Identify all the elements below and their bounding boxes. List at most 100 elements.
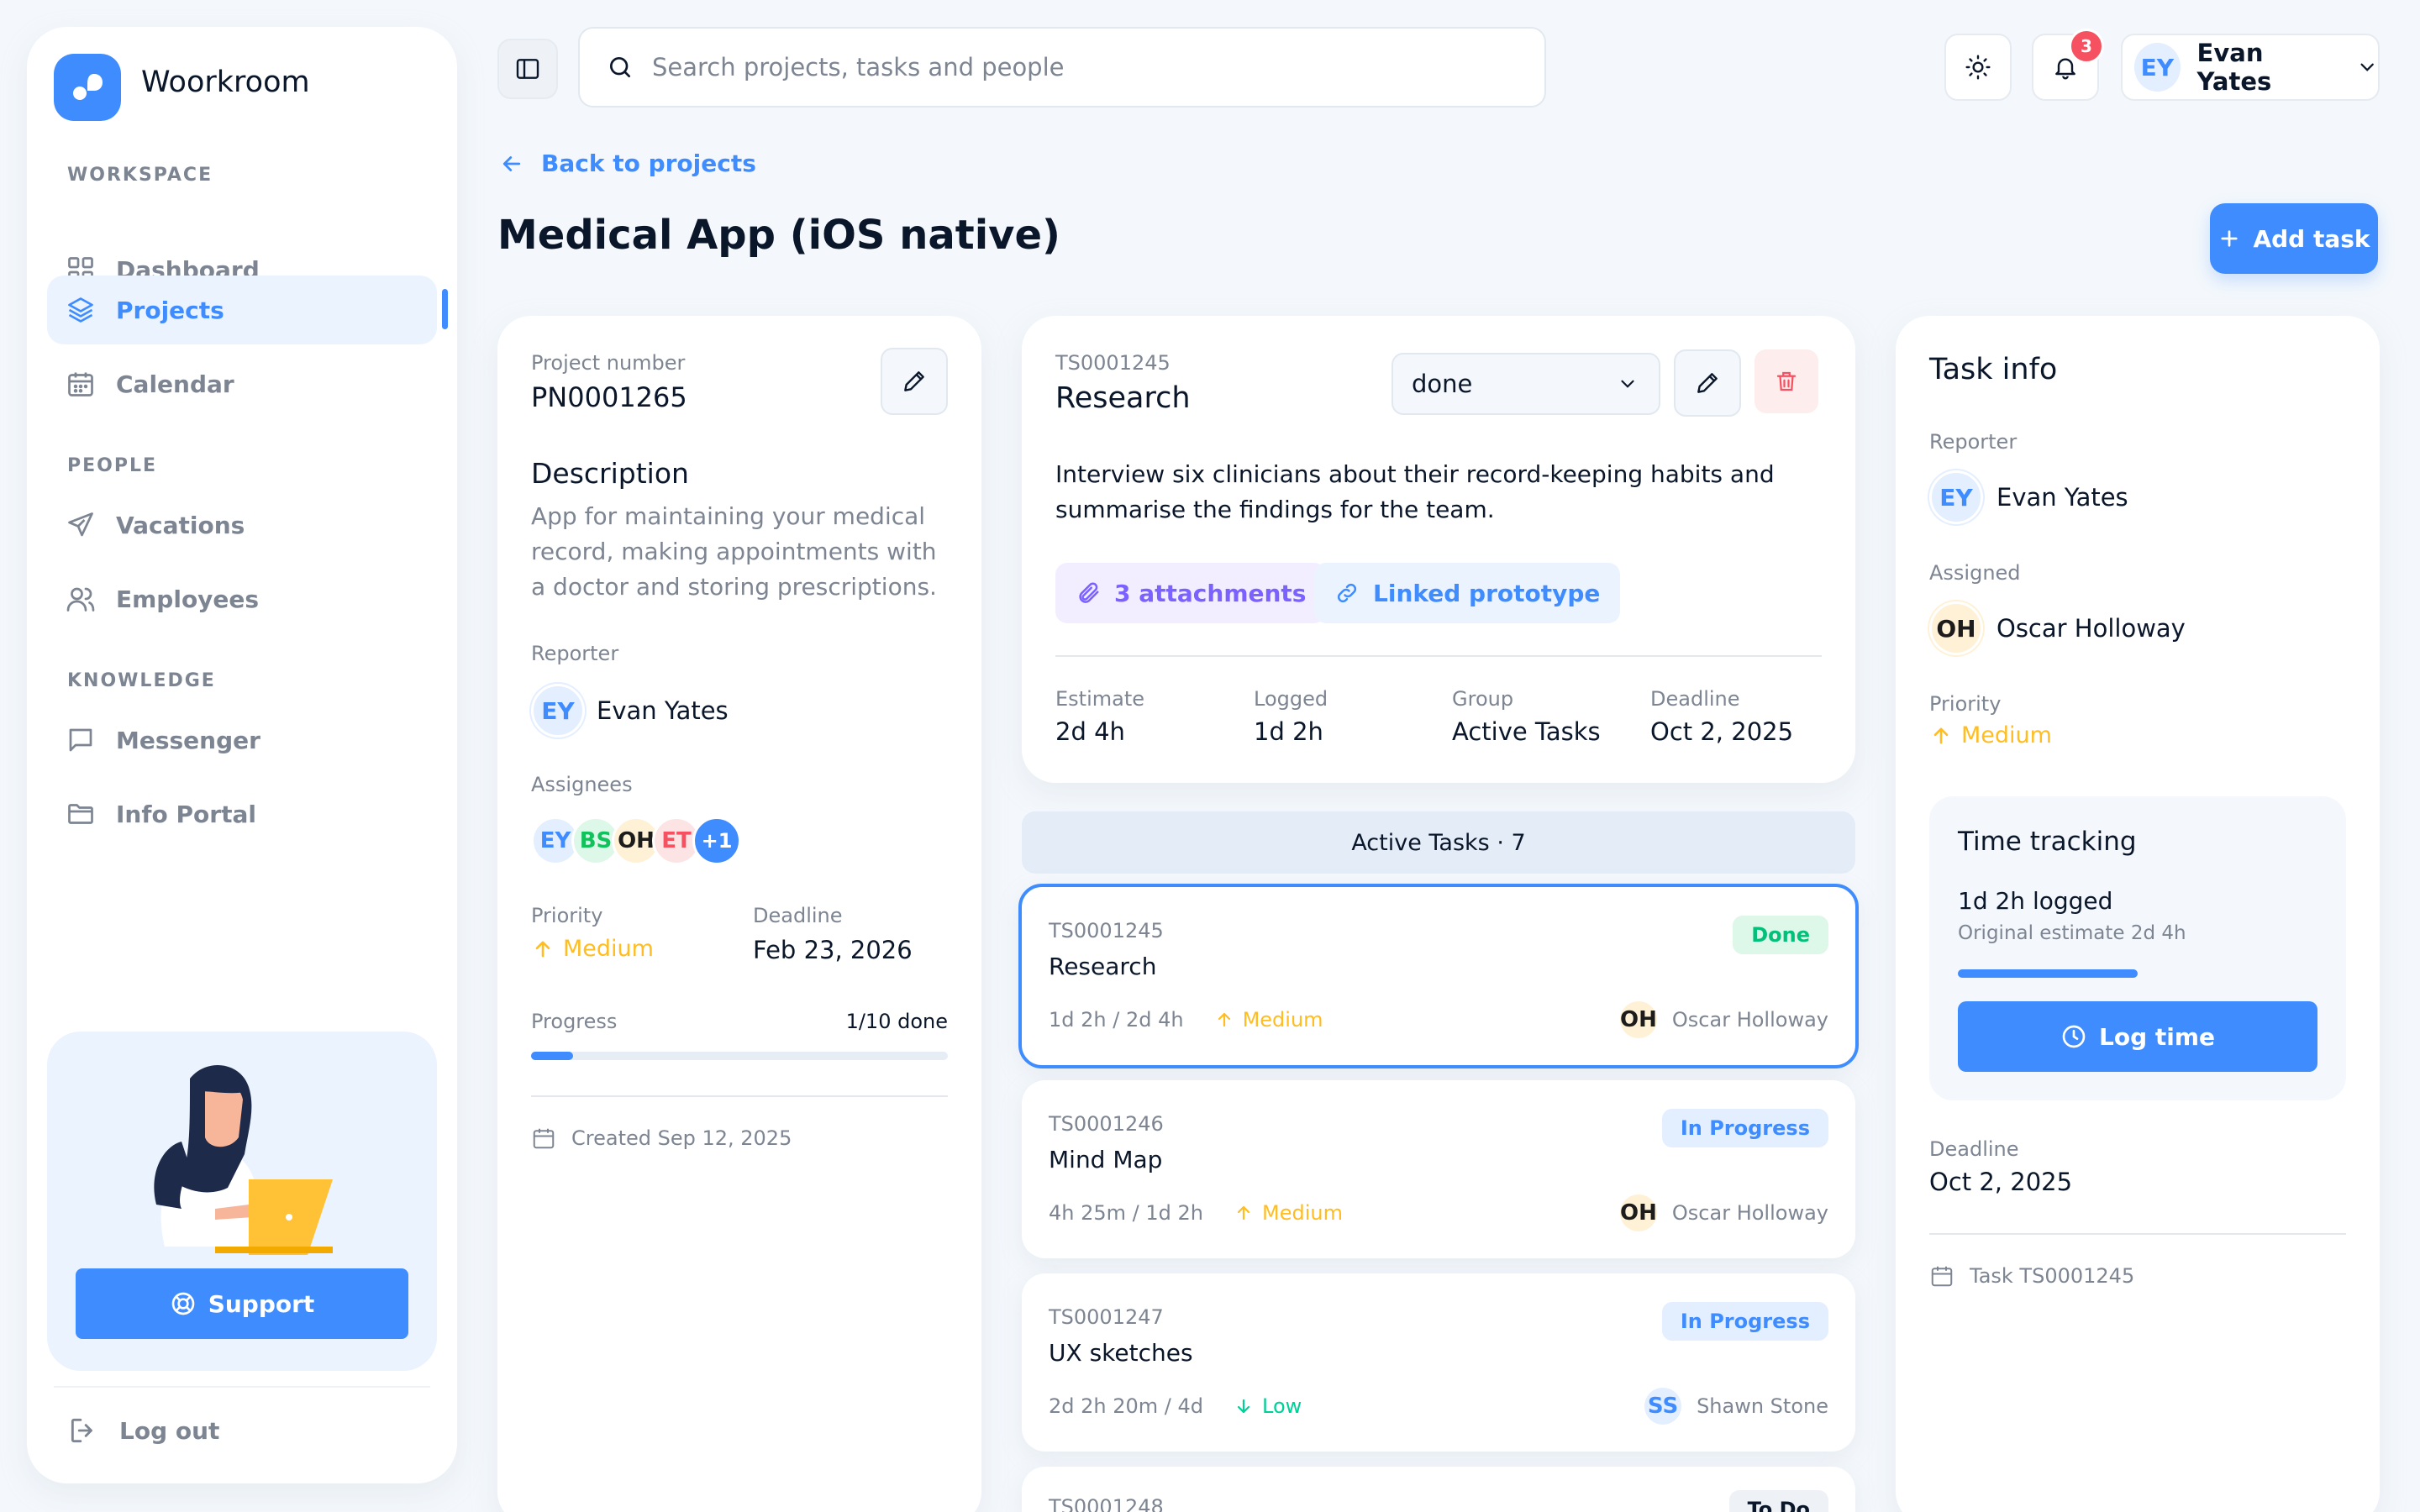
sidebar-item-info-portal[interactable]: Info Portal — [47, 780, 437, 848]
avatar: SS — [1644, 1388, 1682, 1425]
task-card[interactable]: TS0001246 Mind Map In Progress 4h 25m / … — [1022, 1080, 1855, 1258]
add-task-label: Add task — [2253, 224, 2370, 253]
project-number: PN0001265 — [531, 381, 687, 413]
task-card-assignee: SS Shawn Stone — [1644, 1388, 1828, 1425]
task-card-priority: Medium — [1234, 1201, 1343, 1225]
task-card-meta: 2d 2h 20m / 4d Low — [1049, 1394, 1302, 1418]
paperclip-icon — [1079, 582, 1099, 603]
theme-toggle-button[interactable] — [1944, 34, 2012, 101]
logout-button[interactable]: Log out — [67, 1415, 219, 1446]
search-bar[interactable] — [578, 27, 1546, 108]
sidebar-item-vacations[interactable]: Vacations — [47, 491, 437, 559]
task-reference-text: Task TS0001245 — [1970, 1264, 2135, 1288]
task-card-time: 4h 25m / 1d 2h — [1049, 1201, 1203, 1225]
logo-icon — [73, 74, 103, 100]
notification-badge: 3 — [2069, 29, 2104, 64]
progress-text: 1/10 done — [845, 1010, 948, 1033]
priority-text: Medium — [1261, 1201, 1343, 1225]
task-name: Research — [1055, 381, 1191, 415]
priority-label: Priority — [1929, 692, 2002, 716]
task-card[interactable]: TS0001247 UX sketches In Progress 2d 2h … — [1022, 1273, 1855, 1452]
arrow-up-icon — [1933, 727, 1949, 743]
active-indicator — [442, 289, 448, 329]
divider — [1929, 1233, 2346, 1235]
created-date: Created Sep 12, 2025 — [531, 1126, 792, 1151]
support-button[interactable]: Support — [76, 1268, 408, 1339]
reporter-name: Evan Yates — [1996, 483, 2128, 512]
deadline-label: Deadline — [1650, 687, 1740, 711]
task-card-id: TS0001245 — [1049, 919, 1164, 942]
priority-label: Priority — [531, 904, 603, 927]
task-card-name: Research — [1049, 953, 1157, 980]
progress-label: Progress — [531, 1010, 618, 1033]
divider — [531, 1095, 948, 1097]
sidebar-panel-icon — [516, 59, 539, 79]
sidebar-item-label: Vacations — [116, 511, 245, 539]
assigned: OH Oscar Holloway — [1929, 601, 2186, 655]
group-value: Active Tasks — [1452, 717, 1601, 746]
arrow-up-icon — [535, 941, 550, 957]
search-input[interactable] — [652, 53, 1492, 81]
pencil-icon — [1697, 373, 1718, 393]
divider — [1055, 655, 1822, 657]
back-to-projects-link[interactable]: Back to projects — [499, 150, 756, 177]
sidebar-item-employees[interactable]: Employees — [47, 564, 437, 633]
task-card[interactable]: TS0001245 Research Done 1d 2h / 2d 4h Me… — [1018, 884, 1859, 1068]
plane-icon — [68, 512, 93, 537]
assigned-label: Assigned — [1929, 561, 2021, 585]
project-details-card: Project number PN0001265 Description App… — [497, 316, 981, 1512]
plus-icon — [2221, 230, 2238, 247]
assignees-group[interactable]: EY BS OH ET +1 — [531, 816, 741, 865]
log-time-button[interactable]: Log time — [1958, 1001, 2317, 1072]
sidebar-item-messenger[interactable]: Messenger — [47, 706, 437, 774]
add-task-button[interactable]: Add task — [2210, 203, 2378, 274]
sidebar-toggle-button[interactable] — [497, 39, 558, 99]
task-card-time: 2d 2h 20m / 4d — [1049, 1394, 1204, 1418]
priority-value: Medium — [1929, 722, 2052, 748]
folder-icon — [68, 804, 93, 824]
status-badge: To Do — [1728, 1490, 1828, 1512]
avatar: EY — [531, 684, 585, 738]
trash-icon — [1776, 371, 1797, 391]
chevron-down-icon — [1621, 380, 1634, 388]
task-card-id: TS0001248 — [1049, 1495, 1164, 1512]
priority-value: Medium — [531, 936, 654, 962]
user-name: Evan Yates — [2196, 39, 2272, 96]
time-tracking-title: Time tracking — [1958, 827, 2137, 857]
arrow-left-icon — [502, 155, 521, 171]
linked-prototype-chip[interactable]: Linked prototype — [1314, 563, 1621, 623]
support-label: Support — [208, 1289, 315, 1318]
description-title: Description — [531, 457, 689, 490]
sidebar-item-calendar[interactable]: Calendar — [47, 349, 437, 418]
task-group-header[interactable]: Active Tasks · 7 — [1022, 811, 1855, 874]
clock-icon — [2062, 1025, 2086, 1048]
original-estimate: Original estimate 2d 4h — [1958, 922, 2186, 944]
task-card-id: TS0001246 — [1049, 1112, 1164, 1136]
sidebar: Woorkroom WORKSPACE Dashboard Projects C… — [27, 27, 457, 1483]
status-badge: Done — [1733, 916, 1828, 954]
time-tracking-card: Time tracking 1d 2h logged Original esti… — [1929, 796, 2346, 1100]
edit-task-button[interactable] — [1674, 349, 1741, 417]
avatar: OH — [1619, 1001, 1657, 1038]
assignee-name: Shawn Stone — [1697, 1394, 1828, 1418]
status-select[interactable]: done — [1392, 353, 1660, 415]
time-progress-fill — [1958, 969, 2138, 978]
edit-project-button[interactable] — [881, 348, 948, 415]
logo[interactable] — [54, 54, 121, 121]
assigned-name: Oscar Holloway — [1996, 614, 2186, 643]
task-card-priority: Low — [1234, 1394, 1302, 1418]
attachments-chip[interactable]: 3 attachments — [1055, 563, 1327, 623]
deadline-label: Deadline — [753, 904, 843, 927]
sidebar-item-projects[interactable]: Projects — [47, 276, 437, 344]
support-card: Support — [47, 1032, 437, 1371]
search-icon — [610, 57, 630, 77]
task-card-time: 1d 2h / 2d 4h — [1049, 1008, 1184, 1032]
status-select-value: done — [1412, 370, 1473, 398]
prototype-label: Linked prototype — [1373, 579, 1601, 607]
logout-label: Log out — [119, 1416, 220, 1445]
delete-task-button[interactable] — [1754, 349, 1818, 413]
user-menu[interactable]: EY Evan Yates — [2121, 34, 2380, 101]
task-detail-card: TS0001245 Research done Interview six cl… — [1022, 316, 1855, 783]
priority-text: Medium — [1961, 722, 2052, 748]
task-card[interactable]: TS0001248 To Do — [1022, 1467, 1855, 1512]
